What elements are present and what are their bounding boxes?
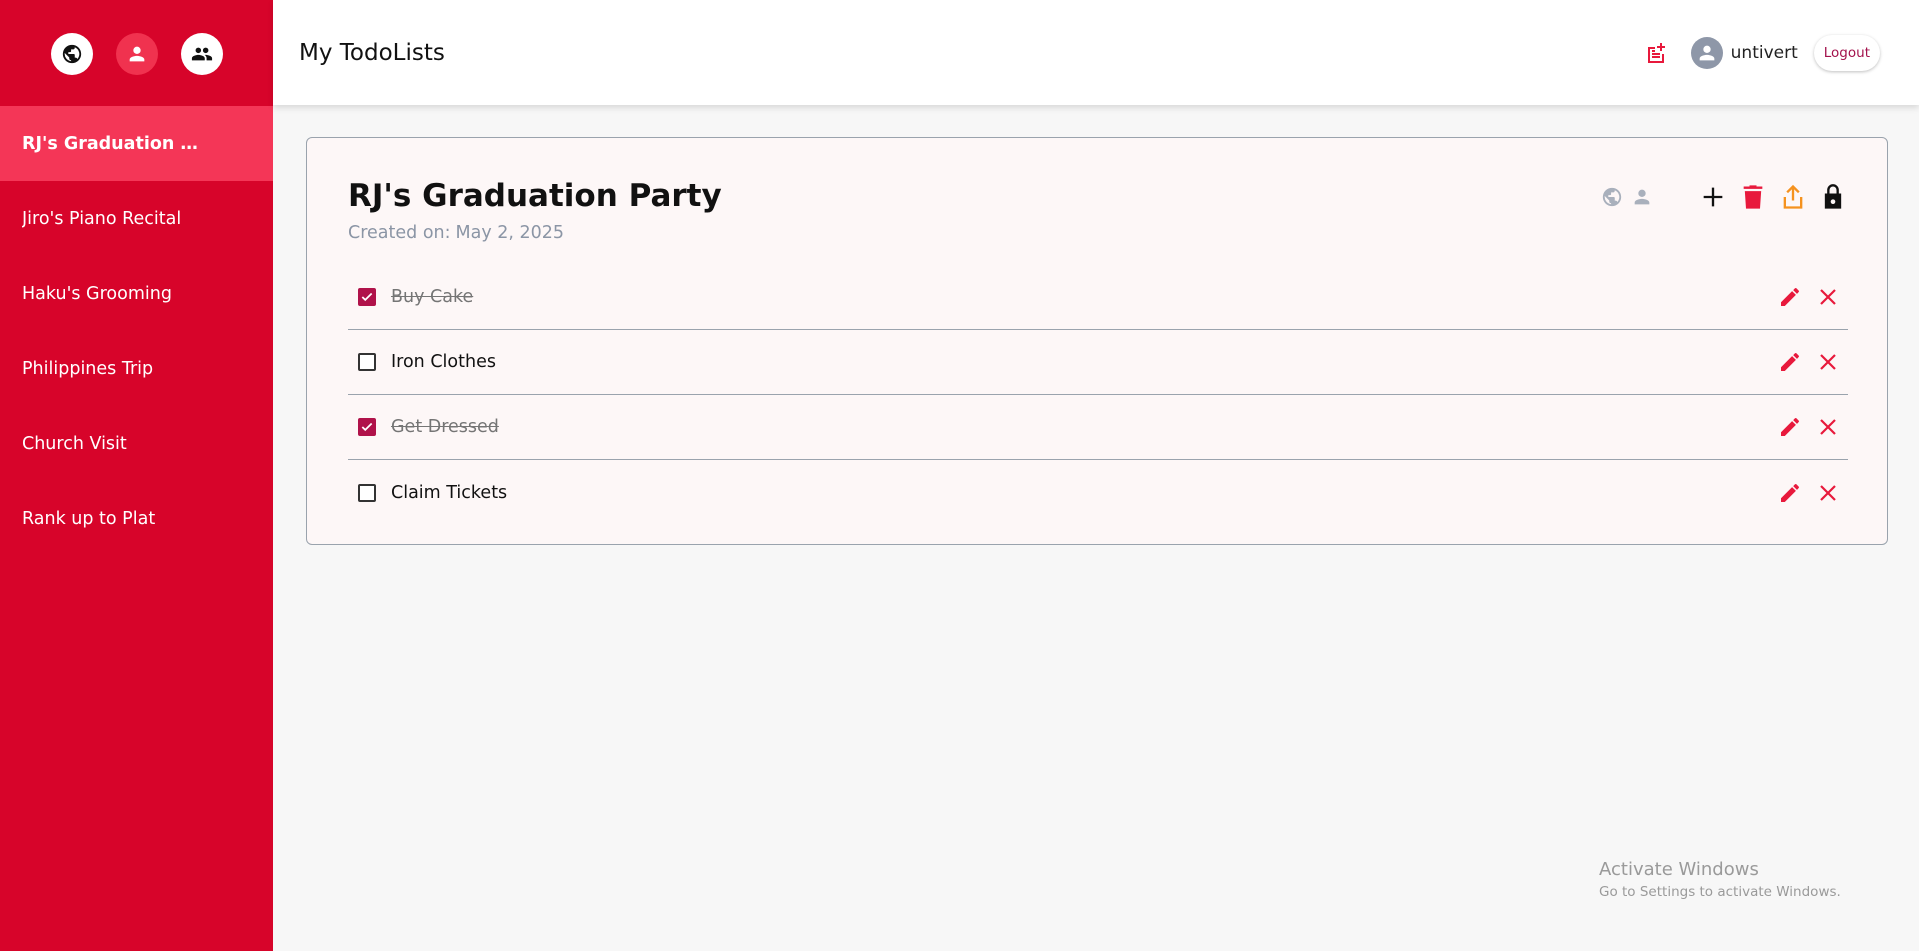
public-lists-button[interactable] — [50, 33, 93, 75]
todo-text: Iron Clothes — [391, 352, 496, 372]
created-date-value: May 2, 2025 — [455, 223, 565, 243]
close-icon[interactable] — [1816, 350, 1840, 374]
shared-lists-button[interactable] — [180, 33, 223, 75]
todo-item: Buy Cake — [348, 265, 1848, 330]
todo-row-actions — [1764, 285, 1840, 309]
sidebar-item-label: Haku's Grooming — [22, 283, 172, 304]
list-actions — [1593, 183, 1847, 211]
list-title: RJ's Graduation Party — [348, 178, 722, 214]
created-date-label: Created on: — [348, 223, 451, 243]
sidebar-item-label: RJ's Graduation Pa... — [22, 133, 202, 154]
check-icon — [361, 292, 373, 302]
new-list-icon[interactable] — [1645, 41, 1669, 65]
share-icon[interactable] — [1779, 183, 1807, 211]
user-avatar-icon — [1699, 45, 1714, 60]
sidebar-item-label: Jiro's Piano Recital — [22, 208, 182, 229]
todo-row-actions — [1764, 350, 1840, 374]
sidebar-item-church-visit[interactable]: Church Visit — [0, 406, 273, 481]
globe-icon — [62, 44, 81, 64]
todo-text: Buy Cake — [391, 287, 474, 307]
logout-button[interactable]: Logout — [1813, 34, 1880, 71]
sidebar-item-label: Philippines Trip — [22, 358, 154, 379]
watermark-title: Activate Windows — [1599, 859, 1759, 880]
sidebar-filter-buttons — [0, 0, 273, 106]
todo-items: Buy Cake Iron Clothes Get Dressed Claim … — [348, 265, 1848, 525]
sidebar-item-label: Rank up to Plat — [22, 508, 156, 529]
add-icon[interactable] — [1699, 183, 1727, 211]
todo-item: Iron Clothes — [348, 330, 1848, 395]
todo-list-card: RJ's Graduation Party Created on: May 2, … — [306, 137, 1888, 545]
todo-item: Get Dressed — [348, 395, 1848, 460]
sidebar-item-rank-up-to-plat[interactable]: Rank up to Plat — [0, 481, 273, 556]
group-icon — [191, 47, 212, 61]
my-lists-button[interactable] — [115, 33, 158, 75]
sidebar-item-philippines-trip[interactable]: Philippines Trip — [0, 331, 273, 406]
todo-checkbox[interactable] — [358, 418, 376, 436]
watermark-subtitle: Go to Settings to activate Windows. — [1599, 884, 1841, 900]
todo-row-actions — [1764, 481, 1840, 505]
sidebar-item-rjs-graduation-party[interactable]: RJ's Graduation Pa... — [0, 106, 273, 181]
sidebar-item-label: Church Visit — [22, 433, 127, 454]
lock-icon[interactable] — [1819, 183, 1847, 211]
person-icon[interactable] — [1631, 186, 1653, 208]
todo-text: Get Dressed — [391, 417, 499, 437]
check-icon — [361, 422, 373, 432]
edit-icon[interactable] — [1778, 481, 1802, 505]
todo-checkbox[interactable] — [358, 483, 376, 502]
edit-icon[interactable] — [1778, 415, 1802, 439]
sidebar: RJ's Graduation Pa... Jiro's Piano Recit… — [0, 0, 273, 951]
windows-activation-watermark: Activate Windows Go to Settings to activ… — [1599, 859, 1841, 900]
edit-icon[interactable] — [1778, 285, 1802, 309]
globe-icon[interactable] — [1601, 186, 1623, 208]
todo-row-actions — [1764, 415, 1840, 439]
sidebar-item-hakus-grooming[interactable]: Haku's Grooming — [0, 256, 273, 331]
todo-checkbox[interactable] — [358, 353, 376, 371]
edit-icon[interactable] — [1778, 350, 1802, 374]
close-icon[interactable] — [1816, 415, 1840, 439]
close-icon[interactable] — [1816, 285, 1840, 309]
todo-item: Claim Tickets — [348, 460, 1848, 525]
todo-text: Claim Tickets — [391, 482, 508, 503]
avatar — [1690, 36, 1723, 69]
todo-checkbox[interactable] — [358, 288, 376, 306]
sidebar-list: RJ's Graduation Pa... Jiro's Piano Recit… — [0, 106, 273, 556]
top-header: My TodoLists untivert Logout — [273, 0, 1919, 105]
trash-icon[interactable] — [1739, 183, 1767, 211]
created-date: Created on: May 2, 2025 — [348, 223, 564, 243]
sidebar-item-jiros-piano-recital[interactable]: Jiro's Piano Recital — [0, 181, 273, 256]
header-user-area: untivert Logout — [1645, 34, 1880, 71]
close-icon[interactable] — [1816, 481, 1840, 505]
person-icon — [129, 46, 144, 62]
page-title: My TodoLists — [299, 39, 445, 66]
username: untivert — [1730, 42, 1798, 63]
